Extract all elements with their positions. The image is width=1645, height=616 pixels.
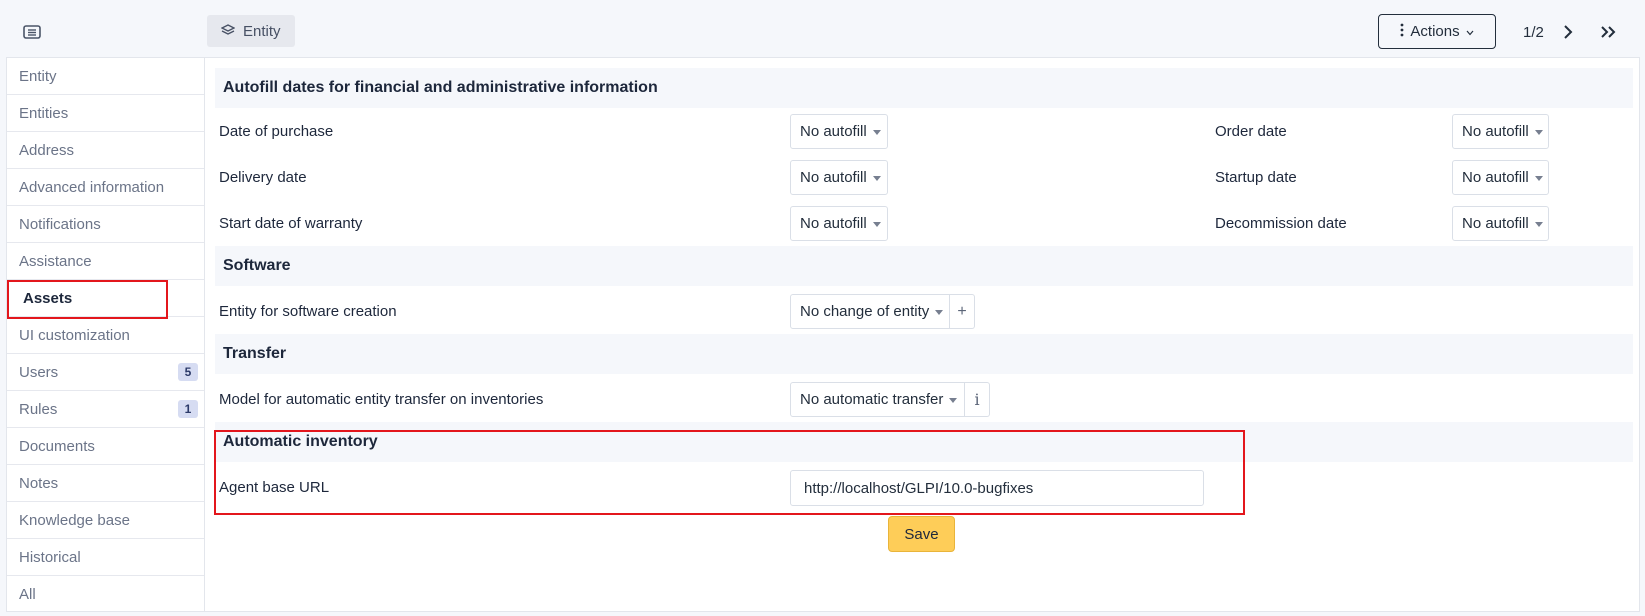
sidebar-item-label: Knowledge base <box>19 511 130 529</box>
sidebar-item-all[interactable]: All <box>7 576 204 613</box>
sidebar-item-label: All <box>19 586 36 603</box>
sidebar-item-notifications[interactable]: Notifications <box>7 206 204 243</box>
section-title-software: Software <box>215 246 1633 286</box>
sidebar-item-users[interactable]: Users 5 <box>7 354 204 391</box>
select-value: No autofill <box>1462 123 1529 140</box>
sidebar-item-documents[interactable]: Documents <box>7 428 204 465</box>
sidebar-item-label: Entity <box>19 67 57 85</box>
sidebar-item-knowledge-base[interactable]: Knowledge base <box>7 502 204 539</box>
section-title-autofill: Autofill dates for financial and adminis… <box>215 68 1633 108</box>
main-panel: Autofill dates for financial and adminis… <box>205 57 1640 612</box>
label-startup-date: Startup date <box>1215 169 1297 186</box>
sidebar-item-label: Documents <box>19 437 95 455</box>
label-delivery-date: Delivery date <box>219 169 307 186</box>
section-title-automatic-inventory: Automatic inventory <box>215 422 1633 462</box>
plus-icon: + <box>957 302 967 320</box>
sidebar-item-label: Assistance <box>19 252 92 270</box>
sidebar-item-address[interactable]: Address <box>7 132 204 169</box>
sidebar-item-label: Advanced information <box>19 178 165 196</box>
add-entity-button[interactable]: + <box>950 294 975 329</box>
transfer-info-button[interactable]: i <box>965 382 990 417</box>
breadcrumb-tab-entity[interactable]: Entity <box>207 15 295 47</box>
label-agent-base-url: Agent base URL <box>219 479 330 496</box>
sidebar-item-label: Address <box>19 141 75 159</box>
sidebar-item-rules[interactable]: Rules 1 <box>7 391 204 428</box>
save-button[interactable]: Save <box>888 516 955 552</box>
sidebar: Entity Entities Address Advanced informa… <box>6 57 205 612</box>
select-decommission-date[interactable]: No autofill <box>1452 206 1549 241</box>
actions-label: Actions <box>1410 23 1460 40</box>
caret-down-icon <box>872 176 881 181</box>
caret-down-icon <box>935 310 944 315</box>
select-value: No change of entity <box>800 303 930 320</box>
select-value: No automatic transfer <box>800 391 944 408</box>
label-start-date-of-warranty: Start date of warranty <box>219 215 363 232</box>
caret-down-icon <box>1534 130 1543 135</box>
sidebar-item-assistance[interactable]: Assistance <box>7 243 204 280</box>
chevrons-right-icon[interactable] <box>1598 22 1620 42</box>
select-order-date[interactable]: No autofill <box>1452 114 1549 149</box>
label-order-date: Order date <box>1215 123 1287 140</box>
chevron-right-icon[interactable] <box>1560 22 1576 42</box>
section-title-transfer: Transfer <box>215 334 1633 374</box>
caret-down-icon <box>872 130 881 135</box>
sidebar-item-advanced-information[interactable]: Advanced information <box>7 169 204 206</box>
count-badge: 1 <box>178 400 198 418</box>
more-vertical-icon <box>1400 23 1404 41</box>
count-badge: 5 <box>178 363 198 381</box>
label-entity-for-software-creation: Entity for software creation <box>219 303 397 320</box>
select-value: No autofill <box>800 215 867 232</box>
label-decommission-date: Decommission date <box>1215 215 1347 232</box>
info-icon: i <box>974 390 980 409</box>
actions-button[interactable]: Actions <box>1378 14 1496 49</box>
select-value: No autofill <box>800 123 867 140</box>
select-delivery-date[interactable]: No autofill <box>790 160 888 195</box>
sidebar-item-historical[interactable]: Historical <box>7 539 204 576</box>
select-value: No autofill <box>1462 215 1529 232</box>
agent-base-url-input[interactable] <box>790 470 1204 506</box>
sidebar-item-label: Historical <box>19 548 81 566</box>
caret-down-icon <box>949 398 958 403</box>
select-start-date-of-warranty[interactable]: No autofill <box>790 206 888 241</box>
caret-down-icon <box>1534 176 1543 181</box>
chevron-down-icon <box>1466 23 1474 40</box>
breadcrumb-label: Entity <box>243 22 281 40</box>
caret-down-icon <box>1534 222 1543 227</box>
select-date-of-purchase[interactable]: No autofill <box>790 114 888 149</box>
sidebar-item-label: Assets <box>23 289 73 307</box>
layers-icon <box>220 23 236 40</box>
sidebar-item-label: Entities <box>19 104 69 122</box>
sidebar-item-entities[interactable]: Entities <box>7 95 204 132</box>
select-transfer-model[interactable]: No automatic transfer <box>790 382 965 417</box>
sidebar-item-notes[interactable]: Notes <box>7 465 204 502</box>
select-value: No autofill <box>800 169 867 186</box>
label-model-automatic-transfer: Model for automatic entity transfer on i… <box>219 391 544 408</box>
pager-count: 1/2 <box>1523 24 1544 41</box>
sidebar-item-assets[interactable]: Assets <box>7 280 204 317</box>
select-entity-for-software[interactable]: No change of entity <box>790 294 950 329</box>
menu-toggle-icon[interactable] <box>22 24 42 40</box>
sidebar-item-label: Notes <box>19 474 59 492</box>
sidebar-item-label: UI customization <box>19 326 130 344</box>
select-startup-date[interactable]: No autofill <box>1452 160 1549 195</box>
sidebar-item-entity[interactable]: Entity <box>7 58 204 95</box>
sidebar-item-label: Notifications <box>19 215 101 233</box>
sidebar-item-ui-customization[interactable]: UI customization <box>7 317 204 354</box>
sidebar-item-label: Users <box>19 363 59 381</box>
caret-down-icon <box>872 222 881 227</box>
label-date-of-purchase: Date of purchase <box>219 123 334 140</box>
sidebar-item-label: Rules <box>19 400 58 418</box>
select-value: No autofill <box>1462 169 1529 186</box>
